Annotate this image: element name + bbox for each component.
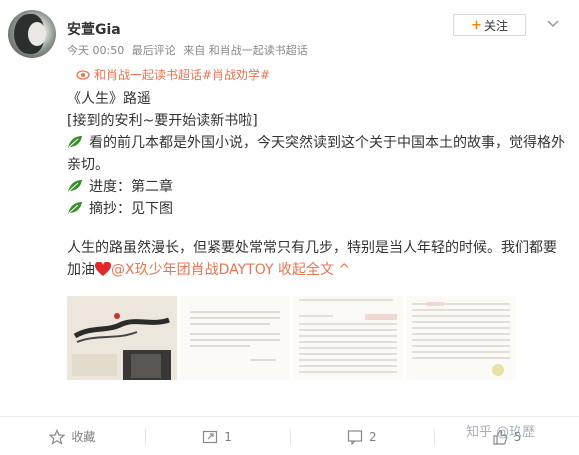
action-bar-divider <box>0 416 579 417</box>
repost-count: 1 <box>224 429 232 444</box>
post-line-last: 加油 @X玖少年团肖战DAYTOY 收起全文 ^ <box>67 259 569 281</box>
post-line-excerpt-text: 摘抄：见下图 <box>89 201 173 217</box>
avatar[interactable] <box>8 10 56 58</box>
plus-icon: + <box>471 17 482 33</box>
post-line-progress: 进度：第二章 <box>67 176 569 198</box>
image-chapter-page[interactable] <box>293 296 403 380</box>
last-comment-label: 最后评论 <box>131 44 176 57</box>
image-gallery <box>67 296 516 380</box>
post-line-title: 《人生》路遥 <box>67 91 151 107</box>
chevron-down-icon[interactable] <box>545 15 561 31</box>
post-line-body: 看的前几本都是外国小说，今天突然读到这个关于中国本土的故事，觉得格外 <box>67 132 569 154</box>
book-cover-art <box>67 296 177 380</box>
leaf-emoji-icon <box>68 202 82 214</box>
leaf-emoji-icon <box>68 136 82 148</box>
follow-label: 关注 <box>483 18 508 33</box>
comment-button[interactable]: 2 <box>289 418 435 455</box>
watermark: 知乎 @玖歷 <box>466 425 536 440</box>
favorite-label: 收藏 <box>71 430 96 444</box>
image-text-page[interactable] <box>406 296 516 380</box>
follow-button[interactable]: + 关注 <box>453 14 526 36</box>
post-line-progress-text: 进度：第二章 <box>89 179 173 195</box>
heart-emoji-icon <box>95 262 111 276</box>
leaf-emoji-icon <box>68 180 82 192</box>
post-line-bracket: [接到的安利~要开始读新书啦] <box>67 113 258 129</box>
excerpt-page-art <box>190 311 280 361</box>
mention-link[interactable]: @X玖少年团肖战DAYTOY <box>111 262 274 278</box>
star-icon <box>49 428 66 445</box>
post-time[interactable]: 今天 00:50 <box>67 44 124 57</box>
post-meta: 今天 00:50 最后评论 来自 和肖战一起读书超话 <box>67 42 312 58</box>
chapter-page-art <box>299 299 397 373</box>
super-topic-icon <box>76 69 90 80</box>
topic-tag[interactable]: 和肖战一起读书超话#肖战劝学# <box>76 66 270 83</box>
post-line-excerpt: 摘抄：见下图 <box>67 198 569 220</box>
repost-button[interactable]: 1 <box>144 418 290 455</box>
post-line-body-cont: 亲切。 <box>67 157 109 173</box>
comment-icon <box>347 429 363 445</box>
collapse-link[interactable]: 收起全文 ^ <box>278 262 350 278</box>
topic-tag-text: 和肖战一起读书超话#肖战劝学# <box>94 68 271 82</box>
image-book-cover[interactable] <box>67 296 177 380</box>
avatar-face <box>28 22 46 46</box>
repost-icon <box>203 430 218 443</box>
post-line-last-prefix: 加油 <box>67 262 95 278</box>
post-content: 《人生》路遥 [接到的安利~要开始读新书啦] 看的前几本都是外国小说，今天突然读… <box>67 88 569 281</box>
comment-count: 2 <box>369 429 377 444</box>
post-line-quote: 人生的路虽然漫长，但紧要处常常只有几步，特别是当人年轻的时候。我们都要 <box>67 240 557 256</box>
post-source[interactable]: 来自 和肖战一起读书超话 <box>183 44 308 57</box>
post-line-body-text: 看的前几本都是外国小说，今天突然读到这个关于中国本土的故事，觉得格外 <box>89 135 565 151</box>
image-excerpt-page[interactable] <box>180 296 290 380</box>
favorite-button[interactable]: 收藏 <box>0 418 145 455</box>
username[interactable]: 安萱Gia <box>67 19 121 39</box>
text-page-art <box>412 302 510 376</box>
